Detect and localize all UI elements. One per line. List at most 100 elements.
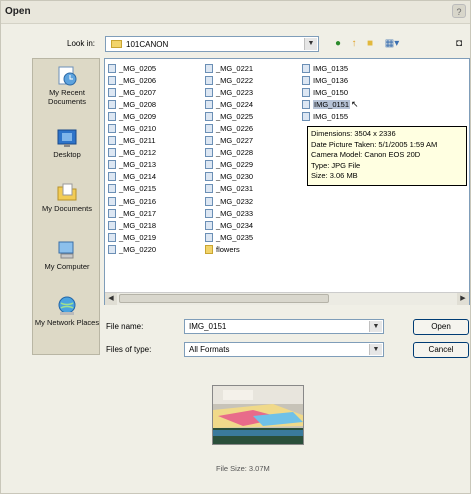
place-label: My Computer [44, 262, 90, 271]
file-item-selected[interactable]: IMG_0151 ↖ [302, 98, 359, 110]
files-of-type-dropdown[interactable]: All Formats ▼ [184, 342, 384, 357]
scroll-thumb[interactable] [119, 294, 329, 303]
place-my-documents[interactable]: My Documents [33, 181, 101, 213]
tooltip-type: Type: JPG File [311, 160, 361, 170]
file-item[interactable]: _MG_0221 [205, 62, 253, 74]
file-item[interactable]: _MG_0231 [205, 183, 253, 195]
file-item[interactable]: _MG_0230 [205, 171, 253, 183]
file-item[interactable]: _MG_0232 [205, 195, 253, 207]
chevron-down-icon[interactable]: ▼ [304, 38, 317, 50]
look-in-dropdown[interactable]: 101CANON ▼ [105, 36, 319, 52]
look-in-value: 101CANON [126, 40, 169, 49]
file-item[interactable]: _MG_0213 [108, 159, 156, 171]
file-info-tooltip: Dimensions: 3504 x 2336 Date Picture Tak… [307, 126, 467, 186]
horizontal-scrollbar[interactable]: ◀ ▶ [105, 292, 469, 305]
file-item[interactable]: _MG_0215 [108, 183, 156, 195]
file-item[interactable]: _MG_0234 [205, 219, 253, 231]
image-file-icon [302, 75, 310, 85]
camera-icon[interactable]: ◘ [452, 37, 466, 51]
place-desktop[interactable]: Desktop [33, 127, 101, 159]
file-item[interactable]: _MG_0228 [205, 147, 253, 159]
file-item[interactable]: _MG_0227 [205, 135, 253, 147]
folder-icon [111, 40, 122, 48]
place-label: My Network Places [34, 318, 100, 327]
file-item[interactable]: _MG_0207 [108, 86, 156, 98]
scroll-right-icon[interactable]: ▶ [457, 293, 469, 305]
file-item[interactable]: _MG_0210 [108, 122, 156, 134]
my-computer-icon [58, 241, 74, 259]
chevron-down-icon[interactable]: ▼ [369, 344, 382, 355]
up-folder-icon[interactable]: ↑ [347, 37, 361, 51]
file-item[interactable]: _MG_0222 [205, 74, 253, 86]
image-file-icon [108, 232, 116, 242]
file-item[interactable]: _MG_0206 [108, 74, 156, 86]
file-item[interactable]: _MG_0233 [205, 207, 253, 219]
place-recent-documents[interactable]: My Recent Documents [33, 65, 101, 106]
file-item[interactable]: _MG_0220 [108, 243, 156, 255]
file-column-1: _MG_0205 _MG_0206 _MG_0207 _MG_0208 _MG_… [108, 62, 156, 256]
image-file-icon [108, 136, 116, 146]
image-file-icon [205, 232, 213, 242]
look-in-label: Look in: [67, 39, 96, 48]
image-file-icon [302, 111, 310, 121]
file-name-value: IMG_0151 [189, 322, 227, 331]
image-file-icon [205, 75, 213, 85]
image-file-icon [205, 148, 213, 158]
chevron-down-icon[interactable]: ▼ [369, 321, 382, 332]
files-of-type-value: All Formats [189, 345, 230, 354]
image-file-icon [205, 63, 213, 73]
image-file-icon [108, 220, 116, 230]
image-file-icon [108, 99, 116, 109]
file-column-2: _MG_0221 _MG_0222 _MG_0223 _MG_0224 _MG_… [205, 62, 253, 256]
file-item[interactable]: _MG_0208 [108, 98, 156, 110]
file-item[interactable]: _MG_0235 [205, 231, 253, 243]
place-network-places[interactable]: My Network Places [33, 295, 101, 327]
image-file-icon [108, 208, 116, 218]
file-item[interactable]: flowers [205, 243, 253, 255]
image-file-icon [205, 196, 213, 206]
image-file-icon [302, 87, 310, 97]
file-item[interactable]: _MG_0225 [205, 110, 253, 122]
open-button[interactable]: Open [413, 319, 469, 335]
image-file-icon [205, 99, 213, 109]
image-file-icon [108, 75, 116, 85]
mouse-pointer-icon: ↖ [351, 98, 359, 109]
file-item[interactable]: _MG_0211 [108, 135, 156, 147]
preview-thumbnail [213, 386, 303, 444]
file-item[interactable]: _MG_0214 [108, 171, 156, 183]
file-item[interactable]: _MG_0216 [108, 195, 156, 207]
file-item[interactable]: _MG_0223 [205, 86, 253, 98]
back-arrow-icon[interactable]: ● [331, 37, 345, 51]
file-item[interactable]: _MG_0229 [205, 159, 253, 171]
file-item[interactable]: _MG_0226 [205, 122, 253, 134]
image-file-icon [205, 111, 213, 121]
views-menu-icon[interactable]: ▦▾ [381, 37, 403, 51]
file-item[interactable]: _MG_0219 [108, 231, 156, 243]
file-item[interactable]: IMG_0136 [302, 74, 359, 86]
file-item[interactable]: _MG_0209 [108, 110, 156, 122]
file-item[interactable]: IMG_0155 [302, 110, 359, 122]
title-bar[interactable]: Open ? [1, 1, 470, 24]
file-item[interactable]: _MG_0205 [108, 62, 156, 74]
scroll-left-icon[interactable]: ◀ [105, 293, 117, 305]
image-preview [212, 385, 304, 445]
file-item[interactable]: IMG_0150 [302, 86, 359, 98]
help-icon[interactable]: ? [452, 4, 466, 18]
desktop-icon [57, 129, 77, 147]
file-item[interactable]: IMG_0135 [302, 62, 359, 74]
image-file-icon [205, 124, 213, 134]
place-my-computer[interactable]: My Computer [33, 239, 101, 271]
network-places-icon [58, 296, 76, 315]
cancel-button[interactable]: Cancel [413, 342, 469, 358]
file-item[interactable]: _MG_0212 [108, 147, 156, 159]
dialog-title: Open [5, 6, 31, 17]
image-file-icon [205, 87, 213, 97]
file-name-field[interactable]: IMG_0151 ▼ [184, 319, 384, 334]
file-item[interactable]: _MG_0224 [205, 98, 253, 110]
file-item[interactable]: _MG_0217 [108, 207, 156, 219]
image-file-icon [108, 172, 116, 182]
recent-documents-icon [58, 66, 77, 86]
file-item[interactable]: _MG_0218 [108, 219, 156, 231]
new-folder-icon[interactable]: ■ [363, 37, 377, 51]
image-file-icon [108, 196, 116, 206]
